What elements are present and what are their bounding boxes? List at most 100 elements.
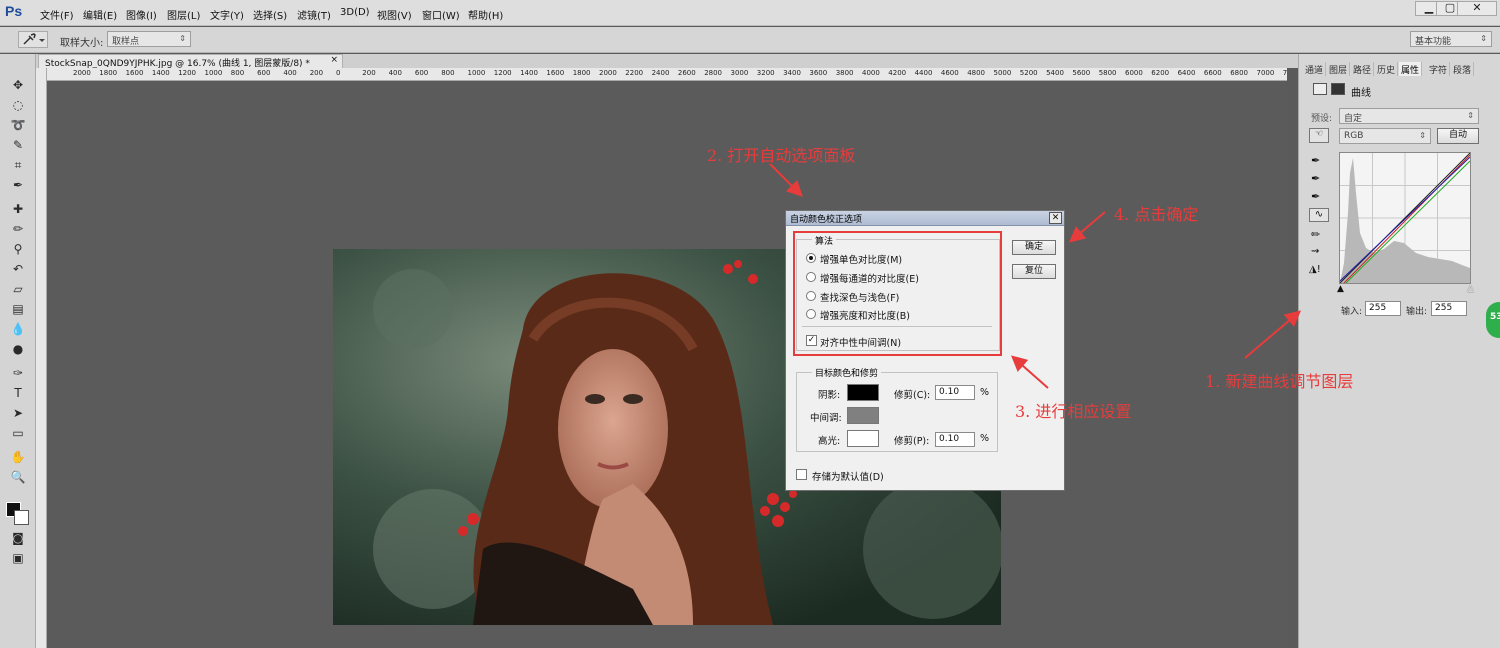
highlight-box [793,231,1002,356]
midtones-label: 中间调: [810,413,842,424]
white-point-eyedropper-icon[interactable]: ✒ [1311,190,1320,203]
hand-tool-icon[interactable]: ✋ [8,448,28,466]
clone-stamp-tool-icon[interactable]: ⚲ [8,240,28,258]
quick-select-tool-icon[interactable]: ✎ [8,136,28,154]
ruler-tick-label: 3800 [835,69,854,77]
target-adjust-icon[interactable]: ☜ [1309,128,1329,143]
curve-graph[interactable] [1339,152,1471,284]
toolbox: ✥ ◌ ➰ ✎ ⌗ ✒ ✚ ✏ ⚲ ↶ ▱ ▤ 💧 ● ✑ T ➤ ▭ ✋ 🔍 … [0,54,36,648]
menu-view[interactable]: 视图(V) [377,7,412,22]
menu-3d[interactable]: 3D(D) [340,7,370,18]
shadows-label: 阴影: [818,390,841,401]
dodge-tool-icon[interactable]: ● [8,340,28,358]
percent-label: % [980,433,990,444]
eyedropper-tool-icon[interactable]: ✒ [8,176,28,194]
ruler-tick-label: 1800 [572,69,591,77]
history-brush-tool-icon[interactable]: ↶ [8,260,28,278]
menu-filter[interactable]: 滤镜(T) [297,7,331,22]
lasso-tool-icon[interactable]: ➰ [8,116,28,134]
black-point-eyedropper-icon[interactable]: ✒ [1311,154,1320,167]
tab-channels[interactable]: 通道 [1303,62,1327,76]
tab-paths[interactable]: 路径 [1351,62,1375,76]
tab-character[interactable]: 字符 [1427,62,1451,76]
chevron-down-icon: ⇕ [1467,111,1474,120]
menu-layer[interactable]: 图层(L) [167,7,200,22]
menu-file[interactable]: 文件(F) [40,7,74,22]
gray-point-eyedropper-icon[interactable]: ✒ [1311,172,1320,185]
move-tool-icon[interactable]: ✥ [8,76,28,94]
path-select-tool-icon[interactable]: ➤ [8,404,28,422]
adjustment-icon[interactable] [1313,83,1327,95]
output-value-field[interactable]: 255 [1431,301,1467,316]
workspace-select[interactable]: 基本功能 ⇕ [1410,31,1492,47]
annotation-step1: 1. 新建曲线调节图层 [1205,372,1354,391]
save-default-checkbox[interactable] [796,469,807,480]
screen-mode-icon[interactable]: ▣ [8,549,28,567]
eyedropper-icon [23,33,45,45]
auto-button[interactable]: 自动 [1437,128,1479,144]
annotation-step3: 3. 进行相应设置 [1015,402,1132,421]
ruler-tick-label: 1000 [467,69,486,77]
marquee-tool-icon[interactable]: ◌ [8,96,28,114]
close-window-button[interactable]: ✕ [1457,1,1497,16]
preset-select[interactable]: 自定 ⇕ [1339,108,1479,124]
ruler-tick-label: 5200 [1019,69,1038,77]
dialog-close-button[interactable]: ✕ [1049,212,1062,224]
ruler-tick-label: 600 [257,69,271,77]
midtones-swatch[interactable] [847,407,879,424]
white-point-slider-icon[interactable]: △ [1467,284,1474,294]
sample-size-select[interactable]: 取样点 ⇕ [107,31,191,47]
input-value-field[interactable]: 255 [1365,301,1401,316]
ok-button[interactable]: 确定 [1012,240,1056,255]
smooth-icon[interactable]: ⇝ [1311,246,1319,257]
rectangle-tool-icon[interactable]: ▭ [8,424,28,442]
sample-size-value: 取样点 [112,37,140,47]
floating-badge[interactable]: 53 [1486,302,1500,338]
clip-p-input[interactable]: 0.10 [935,432,975,447]
ruler-tick-label: 6800 [1230,69,1249,77]
crop-tool-icon[interactable]: ⌗ [8,156,28,174]
gradient-tool-icon[interactable]: ▤ [8,300,28,318]
channel-select[interactable]: RGB ⇕ [1339,128,1431,144]
tab-layers[interactable]: 图层 [1327,62,1351,76]
tab-properties[interactable]: 属性 [1399,62,1423,76]
black-point-slider-icon[interactable]: ▲ [1337,284,1344,294]
ruler-tick-label: 6200 [1151,69,1170,77]
reset-button[interactable]: 复位 [1012,264,1056,279]
curve-edit-icon[interactable]: ∿ [1309,208,1329,222]
highlights-swatch[interactable] [847,430,879,447]
type-tool-icon[interactable]: T [8,384,28,402]
clipping-warning-icon[interactable]: ◮! [1309,264,1321,275]
clip-c-input[interactable]: 0.10 [935,385,975,400]
menu-select[interactable]: 选择(S) [253,7,287,22]
save-default-label[interactable]: 存储为默认值(D) [812,469,884,483]
menu-help[interactable]: 帮助(H) [468,7,503,22]
tab-paragraph[interactable]: 段落 [1451,62,1475,76]
shadows-swatch[interactable] [847,384,879,401]
pen-tool-icon[interactable]: ✑ [8,364,28,382]
background-color-swatch[interactable] [14,510,29,525]
menu-type[interactable]: 文字(Y) [210,7,244,22]
brush-tool-icon[interactable]: ✏ [8,220,28,238]
ruler-tick-label: 1200 [178,69,197,77]
menu-image[interactable]: 图像(I) [126,7,157,22]
menu-window[interactable]: 窗口(W) [422,7,460,22]
healing-brush-tool-icon[interactable]: ✚ [8,200,28,218]
document-tab[interactable]: StockSnap_0QND9YJPHK.jpg @ 16.7% (曲线 1, … [38,54,343,69]
ruler-tick-label: 2600 [677,69,696,77]
zoom-tool-icon[interactable]: 🔍 [8,468,28,486]
tab-history[interactable]: 历史 [1375,62,1399,76]
quick-mask-icon[interactable]: ◙ [8,529,28,547]
annotation-step2: 2. 打开自动选项面板 [707,146,856,165]
tool-preset-picker[interactable] [18,31,48,48]
ruler-tick-label: 1600 [125,69,144,77]
clip-p-label: 修剪(P): [894,436,930,447]
ruler-tick-label: 1000 [204,69,223,77]
eraser-tool-icon[interactable]: ▱ [8,280,28,298]
pencil-icon[interactable]: ✏ [1311,228,1320,241]
blur-tool-icon[interactable]: 💧 [8,320,28,338]
menu-edit[interactable]: 编辑(E) [83,7,117,22]
chevron-down-icon: ⇕ [179,34,186,43]
close-tab-icon[interactable]: × [330,55,338,65]
mask-icon[interactable] [1331,83,1345,95]
